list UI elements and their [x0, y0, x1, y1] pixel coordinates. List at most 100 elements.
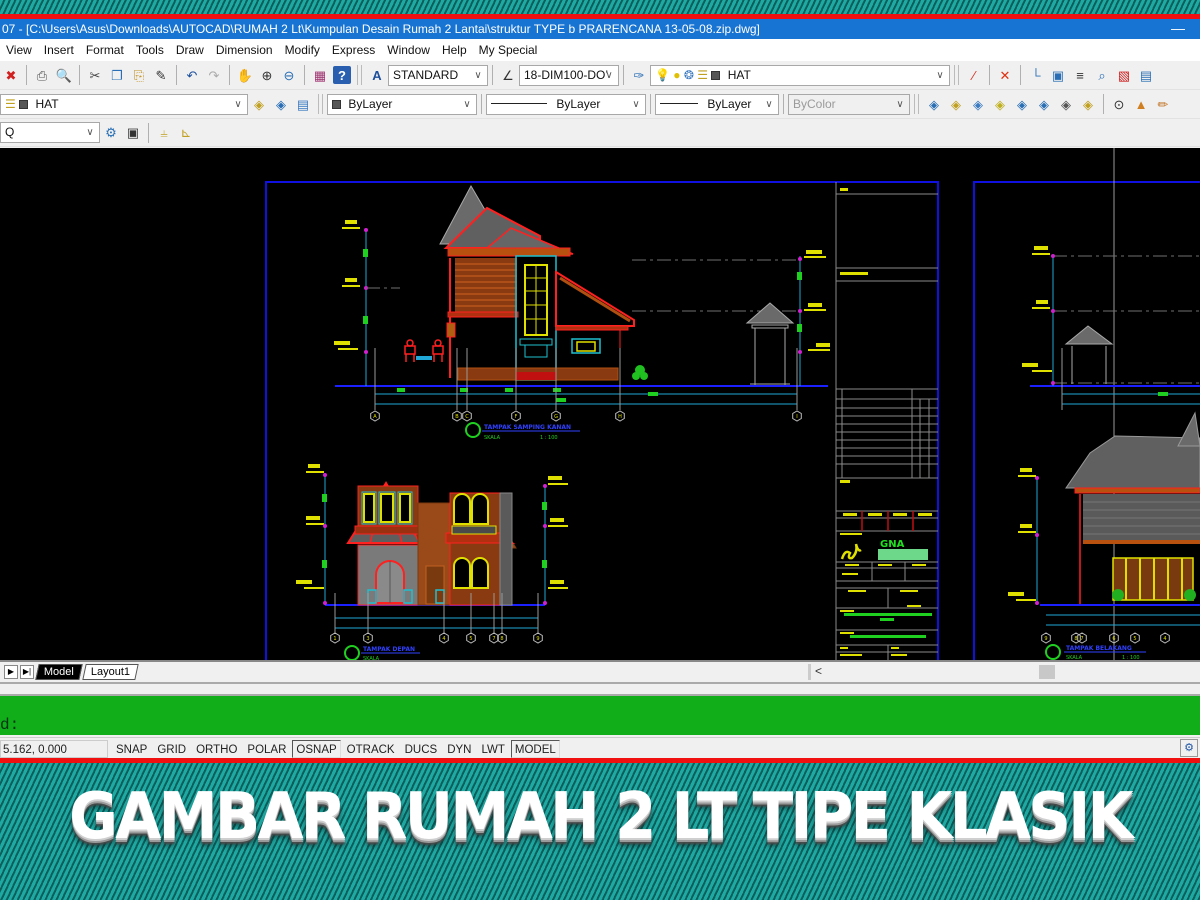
toolbar-grip[interactable] — [914, 94, 919, 114]
text-style-select[interactable]: STANDARD ∨ — [388, 64, 488, 86]
grid-bubble: 9 — [533, 632, 543, 644]
layer-merge-icon[interactable]: ◈ — [1035, 95, 1053, 113]
help-icon[interactable]: ? — [333, 66, 351, 84]
layer-properties-icon[interactable]: ✑ — [630, 66, 648, 84]
plot-icon[interactable]: ⎙ — [33, 66, 51, 84]
toolbar-grip[interactable] — [318, 94, 323, 114]
menu-format[interactable]: Format — [80, 43, 130, 57]
menu-help[interactable]: Help — [436, 43, 473, 57]
status-toggle-dyn[interactable]: DYN — [443, 740, 475, 758]
lineweight-select[interactable]: ByLayer ∨ — [655, 93, 779, 115]
status-toggle-lwt[interactable]: LWT — [477, 740, 508, 758]
match-properties-icon[interactable]: ✎ — [152, 66, 170, 84]
make-layer-current-icon[interactable]: ◈ — [250, 95, 268, 113]
ucs-icon[interactable]: └ — [1027, 66, 1045, 84]
lock-icon: ☰ — [697, 67, 709, 82]
status-toggle-snap[interactable]: SNAP — [112, 740, 151, 758]
undo-icon[interactable]: ↶ — [183, 66, 201, 84]
layer-lock-icon[interactable]: ◈ — [1057, 95, 1075, 113]
menu-tools[interactable]: Tools — [130, 43, 170, 57]
tab-model[interactable]: Model — [35, 664, 83, 680]
status-toggle-ducs[interactable]: DUCS — [401, 740, 442, 758]
tray-settings-icon[interactable]: ⚙ — [1180, 739, 1198, 757]
color-select[interactable]: ByLayer ∨ — [327, 93, 477, 115]
separator — [148, 122, 149, 143]
drawing-canvas[interactable]: GNA A B C F G H I TAMPAK SAMPING KANAN S… — [0, 148, 1200, 660]
toolbar-grip[interactable] — [357, 65, 362, 85]
layer-isolate-icon[interactable]: ◈ — [925, 95, 943, 113]
find-icon[interactable]: ⌕ — [1093, 66, 1111, 84]
grid-bubble-label: F — [515, 414, 518, 420]
layer-select[interactable]: 💡 ● ❂ ☰ HAT ∨ — [650, 64, 950, 86]
workspace-save-icon[interactable]: ▣ — [124, 124, 142, 142]
dim-style-icon[interactable]: ∠ — [499, 66, 517, 84]
status-toggle-model[interactable]: MODEL — [510, 739, 560, 758]
layer-unlock-icon[interactable]: ◈ — [1079, 95, 1097, 113]
separator — [650, 94, 651, 114]
zoom-window-icon[interactable]: ⊖ — [280, 66, 298, 84]
zoom-realtime-icon[interactable]: ⊕ — [258, 66, 276, 84]
menu-insert[interactable]: Insert — [38, 43, 80, 57]
copy-icon[interactable]: ❐ — [108, 66, 126, 84]
redo-icon[interactable]: ↷ — [205, 66, 223, 84]
zoom-extents-icon[interactable]: ⊙ — [1110, 95, 1128, 113]
text-style-icon[interactable]: A — [368, 66, 386, 84]
pan-icon[interactable]: ✋ — [236, 66, 254, 84]
trim-icon[interactable]: ⊾ — [177, 124, 195, 142]
status-toggle-otrack[interactable]: OTRACK — [343, 740, 399, 758]
properties-icon[interactable]: ▤ — [1137, 66, 1155, 84]
scroll-thumb[interactable] — [1039, 665, 1055, 679]
brush-icon[interactable]: ✏ — [1154, 95, 1172, 113]
layer-on-icon[interactable]: ◈ — [947, 95, 965, 113]
command-window-splitter[interactable] — [0, 682, 1200, 696]
layer-match-icon[interactable]: ◈ — [1013, 95, 1031, 113]
layers-properties-toolbar: ☰ HAT ∨ ◈ ◈ ▤ ByLayer ∨ ByLayer ∨ ByLaye… — [0, 90, 1200, 119]
command-line[interactable]: d: — [0, 696, 1200, 735]
tool-palettes-icon[interactable]: ▦ — [311, 66, 329, 84]
menu-my-special[interactable]: My Special — [473, 43, 544, 57]
status-toggle-grid[interactable]: GRID — [153, 740, 190, 758]
dim-style-select[interactable]: 18-DIM100-DO’ ∨ — [519, 64, 619, 86]
grid-bubble-label: 4 — [1163, 636, 1166, 642]
menu-dimension[interactable]: Dimension — [210, 43, 279, 57]
layout-tabs-bar: ▶ ▶| Model Layout1 < — [0, 660, 1200, 682]
grid-bubble: 7 — [1077, 632, 1087, 644]
status-toggle-polar[interactable]: POLAR — [243, 740, 290, 758]
linetype-select[interactable]: ByLayer ∨ — [486, 93, 646, 115]
text-abc-icon[interactable]: ≡ — [1071, 66, 1089, 84]
layer-thaw-icon[interactable]: ◈ — [991, 95, 1009, 113]
workspace-select[interactable]: Q ∨ — [0, 122, 100, 143]
paste-icon[interactable]: ⎘ — [130, 66, 148, 84]
color-swatch — [332, 99, 341, 109]
render-icon[interactable]: ▧ — [1115, 66, 1133, 84]
layer-states-icon[interactable]: ▤ — [294, 95, 312, 113]
erase-icon[interactable]: ✕ — [996, 66, 1014, 84]
extend-icon[interactable]: ⫨ — [155, 124, 173, 142]
chevron-down-icon: ∨ — [765, 98, 773, 110]
close-icon[interactable]: ✖ — [2, 66, 20, 84]
block-icon[interactable]: ▣ — [1049, 66, 1067, 84]
menu-view[interactable]: View — [0, 43, 38, 57]
horizontal-scrollbar[interactable]: < — [808, 664, 1200, 680]
toolbar-grip[interactable] — [954, 65, 959, 85]
line-icon[interactable]: ∕ — [965, 66, 983, 84]
status-toggle-ortho[interactable]: ORTHO — [192, 740, 241, 758]
workspace-settings-icon[interactable]: ⚙ — [102, 124, 120, 142]
plot-preview-icon[interactable]: 🔍 — [55, 66, 73, 84]
grid-bubble-label: 8 — [500, 636, 503, 642]
scroll-left-button[interactable]: < — [815, 664, 822, 678]
layer-freeze-icon[interactable]: ◈ — [969, 95, 987, 113]
cleanup-icon[interactable]: ▲ — [1132, 95, 1150, 113]
menu-express[interactable]: Express — [326, 43, 381, 57]
menu-window[interactable]: Window — [381, 43, 436, 57]
tab-nav-next[interactable]: ▶ — [4, 665, 18, 679]
minimize-button[interactable]: — — [1168, 19, 1188, 39]
menu-draw[interactable]: Draw — [170, 43, 210, 57]
cut-icon[interactable]: ✂ — [86, 66, 104, 84]
layer-select-secondary[interactable]: ☰ HAT ∨ — [0, 93, 248, 115]
layer-previous-icon[interactable]: ◈ — [272, 95, 290, 113]
tab-layout1[interactable]: Layout1 — [82, 664, 139, 680]
menu-modify[interactable]: Modify — [279, 43, 326, 57]
status-toggle-osnap[interactable]: OSNAP — [292, 739, 341, 758]
tab-nav-last[interactable]: ▶| — [20, 665, 34, 679]
